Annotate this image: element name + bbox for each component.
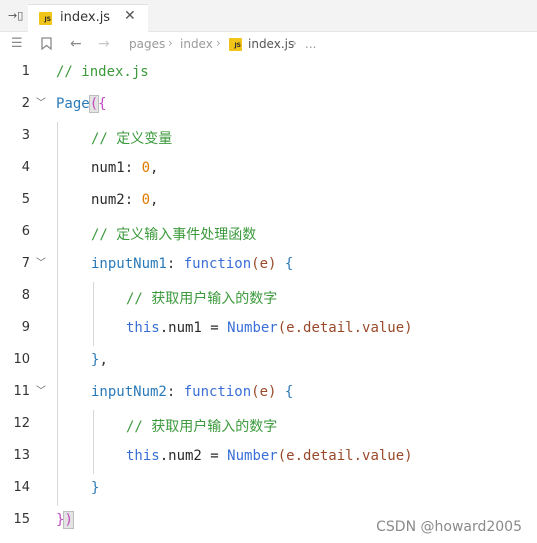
code-token: .num1 = [159,320,228,336]
fold-chevron-icon[interactable]: ﹀ [36,254,46,269]
code-token: ) [63,511,74,529]
code-line: 8 // 获取用户输入的数字 [0,282,537,314]
code-token: inputNum2 [91,384,167,400]
breadcrumb: ☰ ← → pages › index › JS index.js › ... [0,32,537,58]
breadcrumb-item-file[interactable]: index.js [248,37,294,51]
line-number: 11 [13,384,30,399]
code-line: 12 // 获取用户输入的数字 [0,410,537,442]
chevron-right-icon: › [216,36,221,50]
code-token: num2 [91,192,125,208]
code-token: : [166,384,184,400]
line-number: 4 [21,160,30,175]
fold-chevron-icon[interactable]: ﹀ [36,382,46,397]
code-line: 2 ﹀ Page({ [0,90,537,122]
code-line: 13 this.num2 = Number(e.detail.value) [0,442,537,474]
code-token: inputNum1 [91,256,167,272]
code-token: Page [56,96,90,112]
code-token: } [91,480,100,496]
code-token: { [98,96,107,112]
code-token: : [124,192,142,208]
code-token: : [124,160,142,176]
code-token: function [183,256,252,272]
tab-bar: →▯ JS index.js ✕ [0,0,537,32]
tab-index-js[interactable]: JS index.js ✕ [28,4,148,32]
code-token: 0 [141,160,151,176]
back-arrow-icon[interactable]: ← [70,37,82,51]
line-number: 2 [21,96,30,111]
bookmark-icon[interactable] [41,37,52,54]
code-line: 10 }, [0,346,537,378]
tab-label: index.js [60,10,111,25]
forward-arrow-icon[interactable]: → [98,37,110,51]
line-number: 10 [13,352,30,367]
chevron-right-icon: › [168,36,173,50]
code-line: 7 ﹀ inputNum1: function(e) { [0,250,537,282]
breadcrumb-item-index[interactable]: index [180,37,213,51]
line-number: 15 [13,512,30,527]
code-token: function [183,384,252,400]
code-token: , [99,352,108,368]
sidebar-toggle-icon[interactable]: →▯ [8,9,24,23]
line-number: 8 [21,288,30,303]
code-token: ( [251,384,260,400]
line-number: 5 [21,192,30,207]
code-comment: // 定义变量 [91,131,173,147]
code-token: (e.detail.value) [277,448,413,464]
code-comment: // 定义输入事件处理函数 [91,227,257,243]
code-token: ( [251,256,260,272]
watermark: CSDN @howard2005 [376,519,522,535]
fold-chevron-icon[interactable]: ﹀ [36,94,46,109]
code-line: 1 // index.js [0,58,537,90]
line-number: 12 [13,416,30,431]
line-number: 1 [21,64,30,79]
code-token: { [276,256,294,272]
code-comment: // index.js [56,64,149,80]
code-token: 0 [141,192,151,208]
code-token: e [259,384,269,400]
code-token: (e.detail.value) [277,320,413,336]
code-line: 9 this.num1 = Number(e.detail.value) [0,314,537,346]
code-editor[interactable]: 1 // index.js 2 ﹀ Page({ 3 // 定义变量 4 num… [0,58,537,543]
code-token: ( [88,95,100,113]
code-comment: // 获取用户输入的数字 [126,291,278,307]
js-file-icon: JS [39,12,52,25]
code-token: { [276,384,294,400]
chevron-right-icon: › [292,36,297,50]
code-token: , [150,192,159,208]
code-line: 3 // 定义变量 [0,122,537,154]
code-line: 4 num1: 0, [0,154,537,186]
code-token: , [150,160,159,176]
line-number: 7 [21,256,30,271]
line-number: 13 [13,448,30,463]
line-number: 9 [21,320,30,335]
code-token: .num2 = [159,448,228,464]
line-number: 6 [21,224,30,239]
code-token: num1 [91,160,125,176]
breadcrumb-item-pages[interactable]: pages [129,37,165,51]
code-line: 11 ﹀ inputNum2: function(e) { [0,378,537,410]
code-line: 6 // 定义输入事件处理函数 [0,218,537,250]
code-token: e [259,256,269,272]
line-number: 14 [13,480,30,495]
outline-list-icon[interactable]: ☰ [11,37,23,51]
code-line: 14 } [0,474,537,506]
js-file-icon: JS [229,38,242,51]
code-token: this [126,320,160,336]
code-comment: // 获取用户输入的数字 [126,419,278,435]
code-token: this [126,448,160,464]
breadcrumb-item-more[interactable]: ... [305,37,316,51]
code-token: Number [227,448,278,464]
code-line: 5 num2: 0, [0,186,537,218]
code-token: : [166,256,184,272]
code-token: Number [227,320,278,336]
line-number: 3 [21,128,30,143]
close-icon[interactable]: ✕ [124,8,136,24]
